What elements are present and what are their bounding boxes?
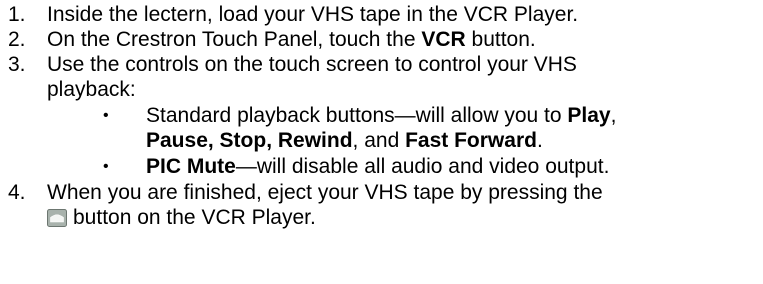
- pause-label: Pause: [146, 129, 208, 152]
- step-number: 4.: [8, 181, 26, 204]
- vcr-button-label: VCR: [421, 28, 466, 51]
- rewind-label: Rewind: [277, 129, 353, 152]
- separator: ,: [266, 129, 278, 152]
- play-label: Play: [567, 104, 611, 127]
- step-text-part: On the Crestron Touch Panel, touch the: [47, 28, 422, 51]
- step-number: 1.: [8, 3, 26, 26]
- step-text: Use the controls on the touch screen to …: [47, 53, 577, 76]
- bullet-text-part: —will disable all audio and video output…: [235, 155, 610, 178]
- pic-mute-label: PIC Mute: [146, 155, 236, 178]
- fast-forward-label: Fast Forward: [405, 129, 537, 152]
- bullet-icon: •: [103, 158, 109, 175]
- step-text: button on the VCR Player.: [47, 205, 316, 230]
- bullet-text: PIC Mute—will disable all audio and vide…: [146, 154, 609, 179]
- bullet-text-part: ,: [610, 104, 617, 127]
- step-text: playback:: [47, 78, 136, 101]
- separator: ,: [207, 129, 220, 152]
- step-text: Inside the lectern, load your VHS tape i…: [47, 3, 579, 26]
- step-text: When you are finished, eject your VHS ta…: [47, 181, 603, 204]
- bullet-text-part: Standard playback buttons—will allow you…: [146, 104, 568, 127]
- step-number: 2.: [8, 28, 26, 51]
- bullet-text: Pause, Stop, Rewind, and Fast Forward.: [146, 128, 543, 153]
- stop-label: Stop: [219, 129, 267, 152]
- eject-button-icon: [47, 209, 67, 227]
- step-number: 3.: [8, 53, 26, 76]
- bullet-text: Standard playback buttons—will allow you…: [146, 103, 616, 128]
- step-text-part: button.: [465, 28, 536, 51]
- bullet-icon: •: [103, 107, 109, 124]
- step-text: On the Crestron Touch Panel, touch the V…: [47, 27, 536, 52]
- instructions-document: 1. Inside the lectern, load your VHS tap…: [0, 0, 763, 284]
- step-text-part: button on the VCR Player.: [73, 206, 316, 229]
- separator: , and: [352, 129, 406, 152]
- bullet-text-part: .: [536, 129, 543, 152]
